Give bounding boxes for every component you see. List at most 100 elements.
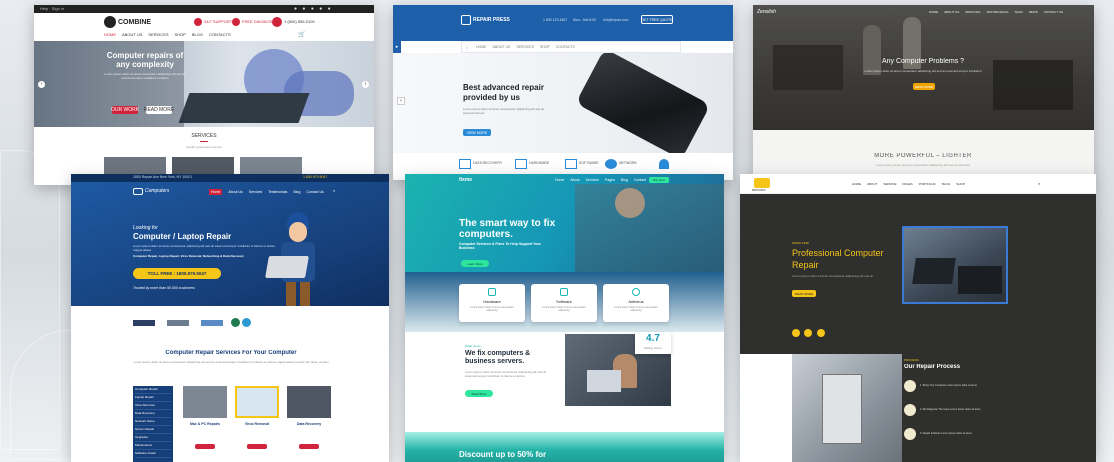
feature-dot[interactable] xyxy=(792,329,800,337)
slider-prev-icon[interactable]: ‹ xyxy=(38,81,45,88)
nav-bar: ⌂ HOME ABOUT US SERVICES SHOP CONTACTS xyxy=(461,41,681,53)
theme-preview-repairix[interactable]: REPAIRIX HOME ABOUT SERVICE PAGES PORTFOLIO B… xyxy=(740,174,1096,462)
hero-secondary-button[interactable]: READ MORE xyxy=(144,106,174,114)
nav-blog[interactable]: BLOG xyxy=(192,32,203,37)
logo-text[interactable]: fixme xyxy=(459,177,472,183)
social-icons[interactable]: ● ● ● ● ● xyxy=(294,6,333,12)
feature-card-antivirus[interactable]: Antivirus Lorem ipsum dolor sit amet con… xyxy=(603,284,669,322)
theme-preview-computers[interactable]: 1800 Repair Ave New York, NY 10001 1 800… xyxy=(71,174,389,462)
nav-blog[interactable]: Blog xyxy=(621,178,628,182)
hero-title: Professional Computer Repair xyxy=(792,248,884,270)
nav-services[interactable]: Services xyxy=(249,190,262,194)
sidebar-item[interactable]: Maintenance xyxy=(135,443,171,450)
nav-home[interactable]: Home xyxy=(209,189,223,195)
search-icon[interactable]: ⌕ xyxy=(333,188,335,193)
sidebar-item[interactable]: Software Install xyxy=(135,451,171,458)
slider-prev-icon[interactable]: ‹ xyxy=(397,97,405,105)
search-icon[interactable]: ⌕ xyxy=(1038,181,1040,186)
rating-label: Rating Score xyxy=(644,346,662,350)
hero-button[interactable]: READ MORE xyxy=(913,83,935,90)
sidebar-item[interactable]: Laptop Repair xyxy=(135,395,171,402)
main-nav: HOME ABOUT US SERVICES SHOP BLOG CONTACTS xyxy=(104,32,237,37)
sidebar-item[interactable]: Computer Repair xyxy=(135,387,171,394)
nav-home[interactable]: HOME xyxy=(476,45,487,49)
feature-dot[interactable] xyxy=(816,329,825,337)
service-title: Mac & PC Repairs xyxy=(190,422,220,426)
network-icon xyxy=(605,159,617,169)
nav-services[interactable]: Services xyxy=(586,178,599,182)
logo-text[interactable]: Computers xyxy=(145,188,169,194)
quote-button[interactable]: GET FREE QUOTE xyxy=(641,15,673,24)
nav-shop[interactable]: SHOP xyxy=(540,45,550,49)
nav-services[interactable]: SERVICES xyxy=(516,45,534,49)
hero-button[interactable]: READ MORE xyxy=(792,290,816,297)
hero-text: Lorem ipsum dolor sit amet consectetur a… xyxy=(864,69,982,73)
nav-service[interactable]: SERVICE xyxy=(883,182,896,186)
nav-home[interactable]: HOME xyxy=(104,32,116,37)
service-more-button[interactable] xyxy=(247,444,267,449)
nav-contacts[interactable]: CONTACTS xyxy=(209,32,231,37)
nav-home[interactable]: HOME xyxy=(929,10,938,14)
call-button[interactable]: TOLL FREE : 1800.979.5047 xyxy=(133,268,221,279)
nav-testimonials[interactable]: Testimonials xyxy=(268,190,287,194)
sidebar-item[interactable]: Virus Removal xyxy=(135,403,171,410)
logo-text[interactable]: COMBINE xyxy=(118,19,151,26)
nav-news[interactable]: NEWS xyxy=(1029,10,1038,14)
hero-button[interactable]: VIEW MORE xyxy=(463,129,491,136)
nav-about[interactable]: ABOUT US xyxy=(493,45,511,49)
nav-about[interactable]: ABOUT xyxy=(867,182,877,186)
service-more-button[interactable] xyxy=(299,444,319,449)
logo-text[interactable]: REPAIRIX xyxy=(752,188,766,192)
nav-services[interactable]: SERVICES xyxy=(148,32,168,37)
nav-home[interactable]: HOME xyxy=(852,182,861,186)
buy-button[interactable]: Buy Now xyxy=(649,177,669,183)
nav-about[interactable]: ABOUT US xyxy=(122,32,142,37)
nav-shop[interactable]: SHOP xyxy=(956,182,965,186)
topbar-links[interactable]: Help · Sign in xyxy=(40,6,64,11)
nav-pages[interactable]: Pages xyxy=(605,178,615,182)
logo-text[interactable]: Zenolish xyxy=(757,9,776,15)
hardware-icon xyxy=(515,159,527,169)
logo-text[interactable]: REPAIR PRESS xyxy=(473,17,510,23)
nav-about[interactable]: About Us xyxy=(228,190,242,194)
hero-section: Computers Home About Us Services Testimonia… xyxy=(71,182,389,306)
cart-icon[interactable]: 🛒 xyxy=(298,31,305,38)
menu-toggle-icon[interactable]: ▸ xyxy=(393,41,401,53)
nav-team[interactable]: TEAM xyxy=(1014,10,1022,14)
topbar-phone[interactable]: 1 800 979 5047 xyxy=(303,175,327,179)
sidebar-item[interactable]: Network Setup xyxy=(135,419,171,426)
nav-shop[interactable]: SHOP xyxy=(175,32,186,37)
nav-home[interactable]: Home xyxy=(555,178,564,182)
sidebar-item[interactable]: Data Recovery xyxy=(135,411,171,418)
feature-card-software[interactable]: Software Lorem ipsum dolor sit amet cons… xyxy=(531,284,597,322)
slider-next-icon[interactable]: › xyxy=(362,81,369,88)
hero-button[interactable]: Learn More xyxy=(461,260,489,267)
theme-preview-combine[interactable]: Help · Sign in ● ● ● ● ● COMBINE 24/7 SU… xyxy=(34,5,374,185)
nav-about[interactable]: About xyxy=(570,178,579,182)
theme-preview-zenolish[interactable]: Zenolish HOME ABOUT US SERVICES TESTIMONIAL… xyxy=(753,5,1094,180)
nav-contact[interactable]: CONTACT US xyxy=(1044,10,1063,14)
tools-image xyxy=(958,266,1002,294)
hero-text: Lorem ipsum dolor sit amet consectetur a… xyxy=(104,72,186,80)
info-phone: 1 (800) 555-0100 xyxy=(284,19,315,24)
sidebar-item[interactable]: Upgrades xyxy=(135,435,171,442)
nav-testimonials[interactable]: TESTIMONIALS xyxy=(986,10,1008,14)
nav-contacts[interactable]: CONTACTS xyxy=(556,45,575,49)
sidebar-item[interactable]: Screen Repair xyxy=(135,427,171,434)
hero-primary-button[interactable]: OUR WORK xyxy=(111,106,139,114)
nav-services[interactable]: SERVICES xyxy=(965,10,980,14)
feature-dot[interactable] xyxy=(804,329,813,337)
nav-portfolio[interactable]: PORTFOLIO xyxy=(919,182,936,186)
nav-contact[interactable]: Contact Us xyxy=(306,190,323,194)
home-icon[interactable]: ⌂ xyxy=(466,45,468,50)
nav-contact[interactable]: Contact xyxy=(634,178,646,182)
nav-pages[interactable]: PAGES xyxy=(902,182,912,186)
theme-preview-fixme[interactable]: fixme Home About Services Pages Blog Contact … xyxy=(405,174,724,462)
nav-about[interactable]: ABOUT US xyxy=(944,10,959,14)
theme-preview-repairpress[interactable]: REPAIR PRESS 1 800 123 4567 Mon - Sat 8:… xyxy=(393,5,733,180)
nav-blog[interactable]: Blog xyxy=(293,190,300,194)
service-more-button[interactable] xyxy=(195,444,215,449)
section-button[interactable]: Read More xyxy=(465,390,493,397)
feature-card-hardware[interactable]: Hardware Lorem ipsum dolor sit amet cons… xyxy=(459,284,525,322)
nav-blog[interactable]: BLOG xyxy=(942,182,950,186)
